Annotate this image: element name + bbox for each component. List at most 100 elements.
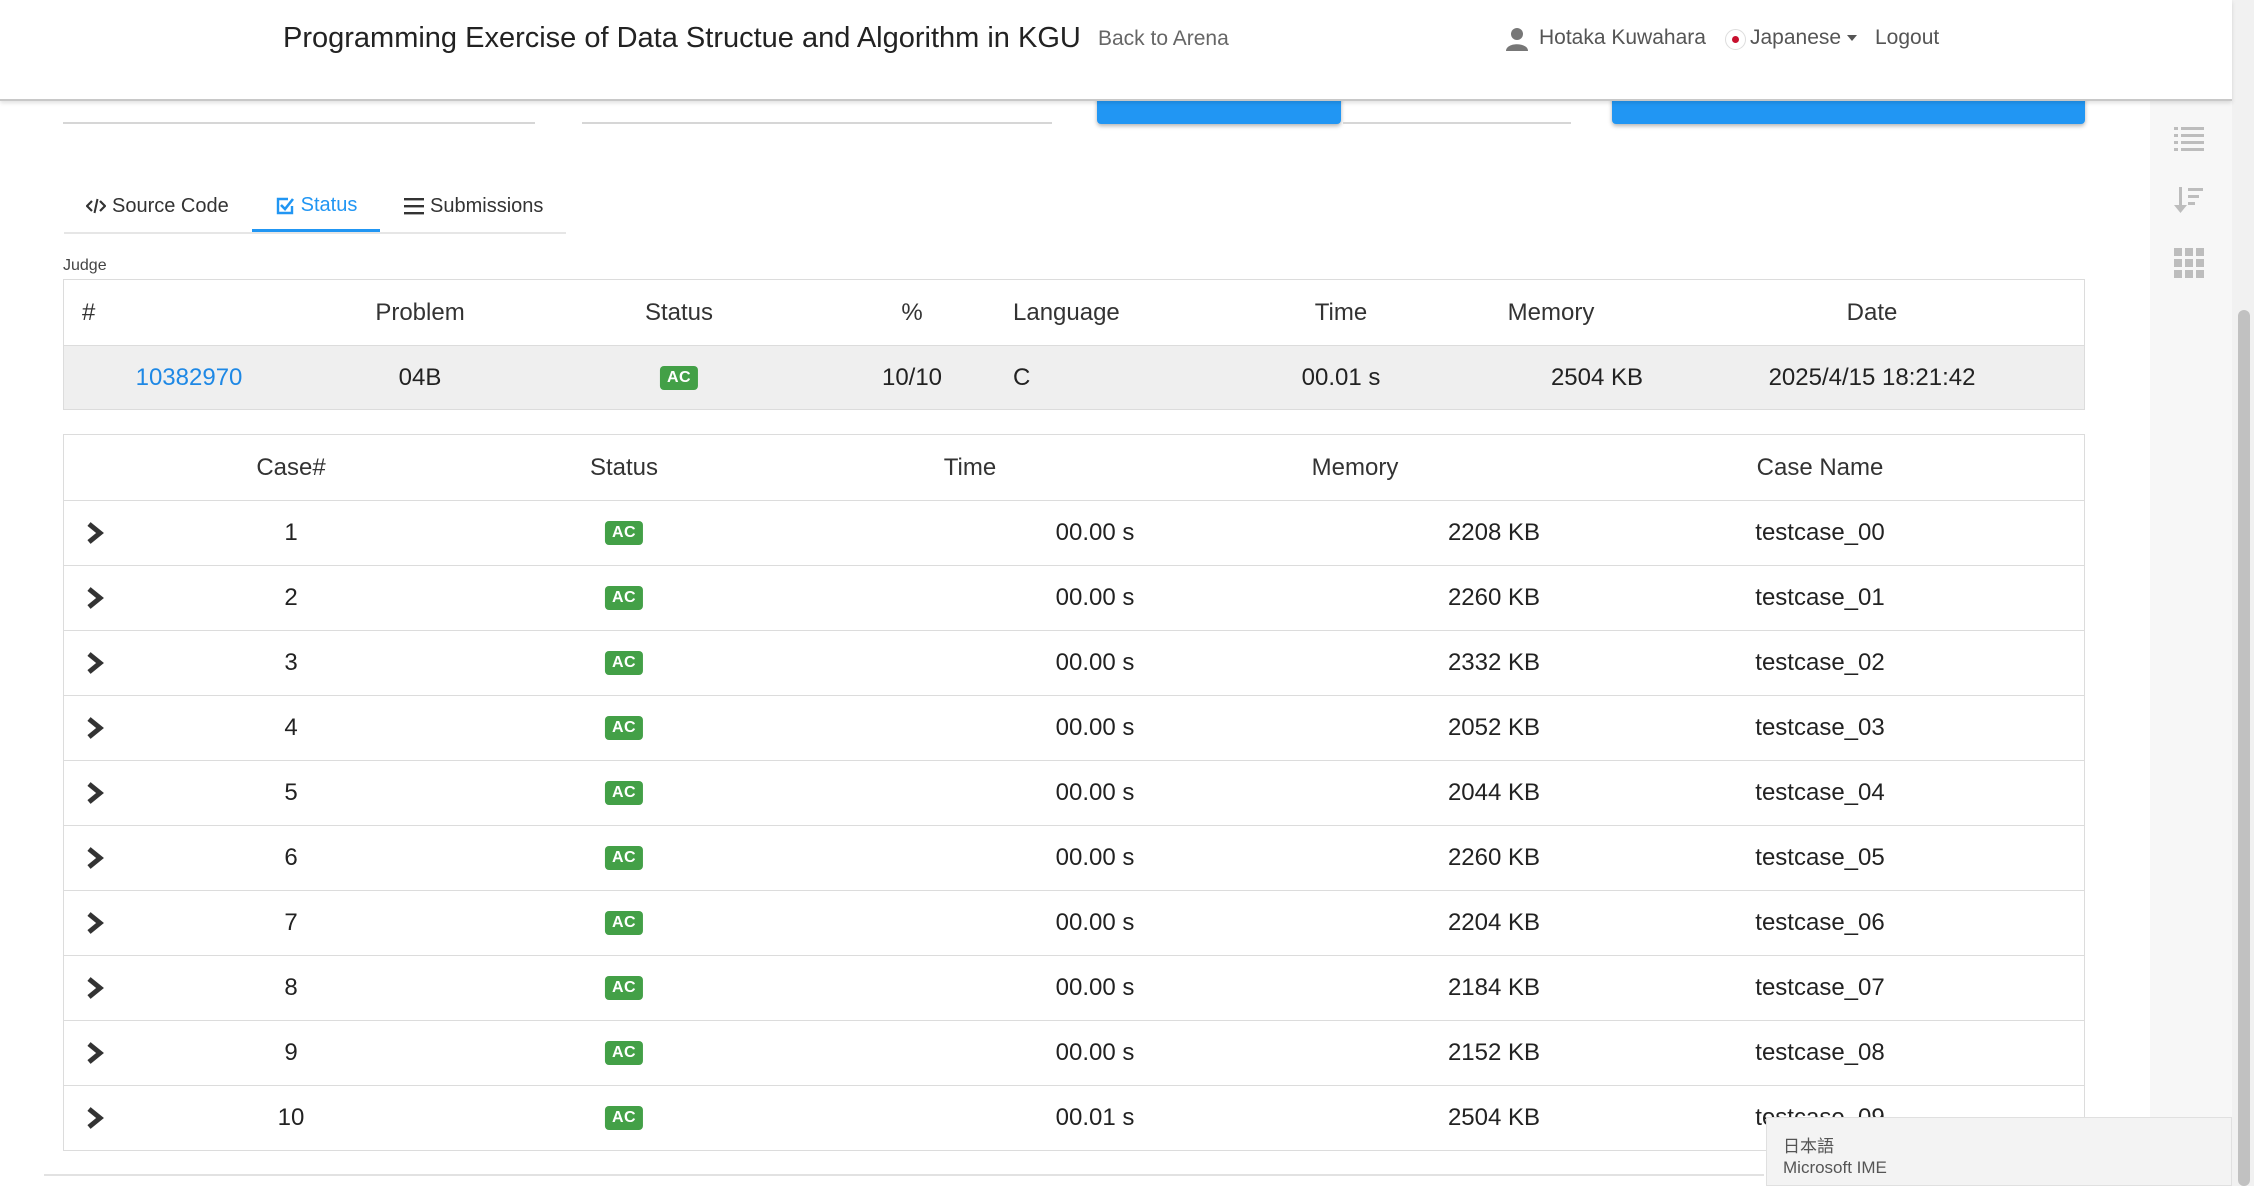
case-number: 7: [284, 909, 298, 936]
logout-link[interactable]: Logout: [1875, 26, 1939, 50]
case-time: 00.00 s: [1055, 1039, 1135, 1066]
case-time: 00.00 s: [1055, 909, 1135, 936]
back-to-arena-link[interactable]: Back to Arena: [1098, 27, 1229, 51]
judge-result-row[interactable]: 10382970 04B AC 10/10 C 00.01 s 2504 KB …: [64, 345, 2084, 409]
judge-header-date: Date: [1846, 298, 1898, 326]
scrollbar-thumb[interactable]: [2238, 310, 2250, 1186]
cases-table: Case# Status Time Memory Case Name 1 AC 00…: [63, 434, 2085, 1151]
judge-header-language: Language: [1013, 298, 1120, 326]
judge-problem: 04B: [398, 363, 442, 391]
case-time: 00.00 s: [1055, 714, 1135, 741]
case-row[interactable]: 4 AC 00.00 s 2052 KB testcase_03: [64, 695, 2084, 760]
case-memory: 2260 KB: [1447, 584, 1541, 611]
case-status: AC: [604, 631, 644, 695]
chevron-right-icon[interactable]: [86, 847, 104, 869]
case-status: AC: [604, 1086, 644, 1150]
section-divider: [44, 1174, 1764, 1176]
language-label: Japanese: [1750, 26, 1842, 49]
ac-badge: AC: [604, 651, 644, 675]
ime-name: Microsoft IME: [1783, 1158, 1887, 1177]
user-name[interactable]: Hotaka Kuwahara: [1539, 26, 1706, 50]
grid-view-icon[interactable]: [2174, 248, 2204, 278]
ime-indicator: 日本語 Microsoft IME: [1766, 1117, 2232, 1186]
cases-header-num: Case#: [256, 453, 326, 481]
case-name: testcase_04: [1755, 779, 1885, 806]
case-row[interactable]: 5 AC 00.00 s 2044 KB testcase_04: [64, 760, 2084, 825]
judge-header-status: Status: [644, 298, 714, 326]
tab-status[interactable]: Status: [252, 182, 380, 232]
problem-field-underline[interactable]: [63, 122, 535, 124]
judge-status-badge: AC: [659, 346, 699, 409]
language-dropdown[interactable]: Japanese: [1750, 26, 1858, 50]
cases-header-status: Status: [589, 453, 659, 481]
case-status: AC: [604, 566, 644, 630]
case-name: testcase_01: [1755, 584, 1885, 611]
case-row[interactable]: 8 AC 00.00 s 2184 KB testcase_07: [64, 955, 2084, 1020]
case-status: AC: [604, 1021, 644, 1085]
language-field-underline[interactable]: [582, 122, 1052, 124]
case-number: 2: [284, 584, 298, 611]
chevron-right-icon[interactable]: [86, 587, 104, 609]
chevron-right-icon[interactable]: [86, 977, 104, 999]
chevron-right-icon[interactable]: [86, 912, 104, 934]
case-row[interactable]: 3 AC 00.00 s 2332 KB testcase_02: [64, 630, 2084, 695]
ac-badge: AC: [604, 521, 644, 545]
submission-id-link[interactable]: 10382970: [136, 346, 243, 409]
file-name-underline: [1343, 122, 1571, 124]
case-number: 10: [277, 1104, 305, 1131]
case-status: AC: [604, 891, 644, 955]
cases-header-time: Time: [943, 453, 997, 481]
case-memory: 2052 KB: [1447, 714, 1541, 741]
tab-submissions[interactable]: Submissions: [404, 182, 543, 230]
ac-badge: AC: [604, 911, 644, 935]
judge-table: # Problem Status % Language Time Memory …: [63, 279, 2085, 410]
case-memory: 2260 KB: [1447, 844, 1541, 871]
case-memory: 2044 KB: [1447, 779, 1541, 806]
case-row[interactable]: 9 AC 00.00 s 2152 KB testcase_08: [64, 1020, 2084, 1085]
list-icon: [404, 197, 424, 215]
ac-badge: AC: [604, 716, 644, 740]
chevron-right-icon[interactable]: [86, 1107, 104, 1129]
case-number: 5: [284, 779, 298, 806]
case-number: 6: [284, 844, 298, 871]
case-status: AC: [604, 761, 644, 825]
case-name: testcase_05: [1755, 844, 1885, 871]
chevron-right-icon[interactable]: [86, 652, 104, 674]
chevron-right-icon[interactable]: [86, 522, 104, 544]
chevron-right-icon[interactable]: [86, 1042, 104, 1064]
judge-time: 00.01 s: [1301, 363, 1381, 391]
case-status: AC: [604, 696, 644, 760]
case-status: AC: [604, 501, 644, 565]
sort-icon[interactable]: [2174, 185, 2204, 215]
tab-submissions-label: Submissions: [430, 194, 544, 217]
app-title[interactable]: Programming Exercise of Data Structue an…: [283, 22, 1081, 55]
list-view-icon[interactable]: [2174, 124, 2204, 154]
cases-header-case-name: Case Name: [1756, 453, 1884, 481]
case-name: testcase_02: [1755, 649, 1885, 676]
case-name: testcase_06: [1755, 909, 1885, 936]
case-number: 1: [284, 519, 298, 546]
case-time: 00.00 s: [1055, 779, 1135, 806]
case-time: 00.00 s: [1055, 649, 1135, 676]
case-number: 8: [284, 974, 298, 1001]
ac-badge: AC: [604, 1106, 644, 1130]
case-time: 00.00 s: [1055, 584, 1135, 611]
caret-down-icon: [1847, 35, 1858, 42]
case-row[interactable]: 1 AC 00.00 s 2208 KB testcase_00: [64, 500, 2084, 565]
ac-badge: AC: [604, 781, 644, 805]
cases-header-row: Case# Status Time Memory Case Name: [64, 435, 2084, 500]
case-number: 4: [284, 714, 298, 741]
case-row[interactable]: 2 AC 00.00 s 2260 KB testcase_01: [64, 565, 2084, 630]
tab-source-code[interactable]: Source Code: [86, 182, 229, 230]
case-row[interactable]: 6 AC 00.00 s 2260 KB testcase_05: [64, 825, 2084, 890]
chevron-right-icon[interactable]: [86, 717, 104, 739]
cases-header-memory: Memory: [1311, 453, 1399, 481]
judge-memory: 2504 KB: [1550, 363, 1644, 391]
chevron-right-icon[interactable]: [86, 782, 104, 804]
judge-header-percent: %: [901, 298, 923, 326]
case-row[interactable]: 7 AC 00.00 s 2204 KB testcase_06: [64, 890, 2084, 955]
ac-badge: AC: [604, 846, 644, 870]
case-time: 00.00 s: [1055, 974, 1135, 1001]
judge-header-memory: Memory: [1507, 298, 1595, 326]
case-time: 00.01 s: [1055, 1104, 1135, 1131]
